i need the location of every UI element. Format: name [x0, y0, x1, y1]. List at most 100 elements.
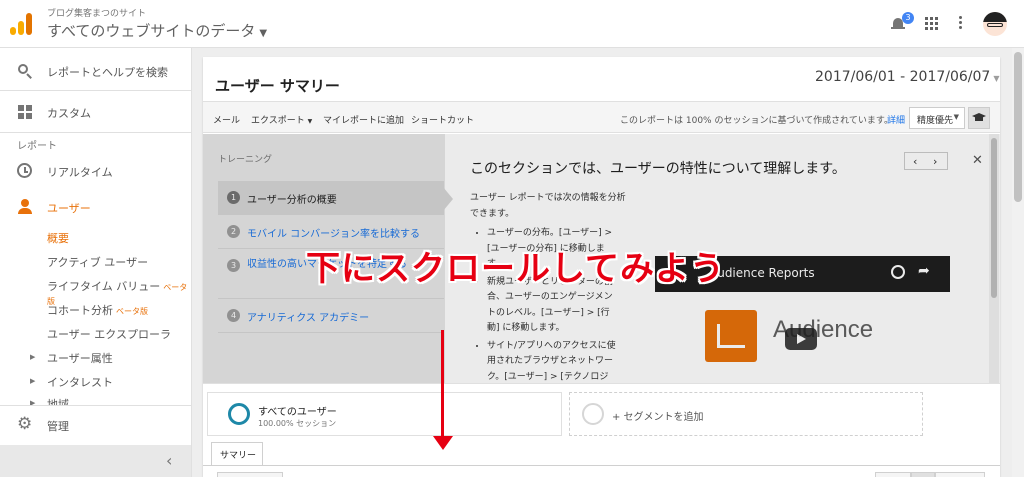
- view-selector[interactable]: すべてのウェブサイトのデータ ▼: [47, 20, 267, 41]
- step-number: 2: [227, 225, 240, 238]
- page-scroll-thumb[interactable]: [1014, 52, 1022, 202]
- detail-link[interactable]: 詳細: [887, 113, 905, 126]
- segment-ring-icon: [228, 403, 250, 425]
- video-thumbnail: Audience: [655, 292, 950, 383]
- sidebar-subitem-geo[interactable]: 地域: [47, 396, 69, 405]
- more-vert-icon[interactable]: [959, 16, 962, 30]
- annotation-arrow: [441, 330, 444, 438]
- step-label: アナリティクス アカデミー: [247, 313, 370, 324]
- chart-toggle[interactable]: [935, 472, 985, 477]
- expand-triangle-icon: ▶: [30, 377, 36, 385]
- caret-down-icon: ▼: [953, 113, 959, 121]
- view-name: すべてのウェブサイトのデータ: [47, 22, 256, 40]
- play-button-icon[interactable]: [785, 328, 817, 350]
- notification-badge: 3: [902, 12, 914, 24]
- divider: [0, 405, 191, 406]
- watch-later-icon[interactable]: [891, 265, 905, 279]
- search-icon: [17, 63, 33, 79]
- training-title: このセクションでは、ユーザーの特性について理解します。: [470, 161, 846, 177]
- training-intro: ユーザー レポートでは次の情報を分析できます。: [470, 193, 626, 219]
- page-title: ユーザー サマリー: [215, 77, 340, 95]
- sidebar-item-realtime[interactable]: リアルタイム: [0, 153, 191, 189]
- dashboard-icon: [17, 104, 33, 120]
- step-number: 4: [227, 309, 240, 322]
- collapse-sidebar-button[interactable]: ‹: [0, 445, 191, 477]
- segment-ring-icon: [582, 403, 604, 425]
- sidebar-item-label: 管理: [47, 420, 69, 433]
- sidebar-subitem-label: ライフタイム バリュー: [47, 280, 161, 293]
- apps-grid-icon[interactable]: [925, 17, 938, 30]
- sidebar-subitem-label: コホート分析: [47, 304, 113, 317]
- sidebar-subitem-cohort[interactable]: コホート分析 ベータ版: [47, 302, 148, 318]
- tab-summary[interactable]: サマリー: [211, 442, 263, 466]
- reports-section-label: レポート: [17, 141, 57, 152]
- precision-select[interactable]: 精度優先 ▼: [909, 107, 965, 129]
- shortcut-button[interactable]: ショートカット: [411, 113, 474, 126]
- analytics-logo-icon: [705, 310, 757, 362]
- step-number: 3: [227, 259, 240, 272]
- metric-select[interactable]: [217, 472, 283, 477]
- chevron-left-icon: ‹: [166, 451, 173, 470]
- sidebar-subitem-overview[interactable]: 概要: [47, 230, 69, 246]
- search-label: レポートとヘルプを検索: [47, 66, 168, 79]
- caret-down-icon: ▼: [307, 118, 313, 125]
- sidebar: レポートとヘルプを検索 カスタム レポート リアルタイム ユーザー 概要 アクテ…: [0, 48, 192, 477]
- graduation-cap-icon[interactable]: [968, 107, 990, 129]
- caret-down-icon: ▼: [993, 74, 1000, 83]
- gear-icon: ⚙: [17, 414, 33, 434]
- caret-down-icon: ▼: [259, 28, 268, 39]
- sampling-note: このレポートは 100% のセッションに基づいて作成されています。: [620, 116, 894, 126]
- divider: [0, 132, 191, 133]
- training-step-1[interactable]: 1 ユーザー分析の概要: [218, 181, 444, 215]
- add-segment-button[interactable]: + セグメントを追加: [569, 392, 923, 436]
- segment-all-users[interactable]: すべてのユーザー 100.00% セッション: [207, 392, 562, 436]
- divider: [203, 465, 1000, 466]
- step-number: 1: [227, 191, 240, 204]
- sidebar-item-custom[interactable]: カスタム: [0, 94, 191, 130]
- sidebar-subitem-active-users[interactable]: アクティブ ユーザー: [47, 254, 148, 270]
- date-range-picker[interactable]: 2017/06/01 - 2017/06/07 ▼: [815, 69, 1000, 85]
- sidebar-subitem-user-explorer[interactable]: ユーザー エクスプローラ: [47, 326, 171, 342]
- report-toolbar: メール エクスポート ▼ マイレポートに追加 ショートカット このレポートは 1…: [203, 101, 1000, 133]
- analytics-logo-icon[interactable]: [10, 13, 32, 35]
- chart-toggle-active[interactable]: [911, 472, 935, 477]
- top-header: ブログ集客まつのサイト すべてのウェブサイトのデータ ▼ 3: [0, 0, 1024, 48]
- prev-arrow-icon[interactable]: ‹: [913, 155, 917, 168]
- next-arrow-icon[interactable]: ›: [933, 155, 937, 168]
- date-range-text: 2017/06/01 - 2017/06/07: [815, 69, 991, 85]
- chart-toggle[interactable]: [875, 472, 911, 477]
- step-label: ユーザー分析の概要: [247, 195, 337, 206]
- training-nav: ‹ ›: [904, 152, 948, 170]
- training-heading: トレーニング: [218, 155, 273, 165]
- sidebar-subitem-interests[interactable]: インタレスト: [47, 374, 113, 390]
- training-step-4[interactable]: 4 アナリティクス アカデミー: [218, 299, 444, 333]
- sidebar-item-users[interactable]: ユーザー: [0, 189, 191, 225]
- arrow-down-icon: [433, 436, 453, 450]
- export-button[interactable]: エクスポート ▼: [251, 113, 312, 126]
- sidebar-item-label: カスタム: [47, 107, 91, 120]
- export-label: エクスポート: [251, 116, 305, 126]
- share-icon[interactable]: ➦: [918, 263, 930, 279]
- clipped-row: ▶ 地域: [0, 396, 191, 405]
- precision-label: 精度優先: [917, 116, 954, 126]
- sidebar-item-admin[interactable]: ⚙ 管理: [0, 407, 191, 443]
- clock-icon: [17, 163, 32, 178]
- annotation-text: 下にスクロールしてみよう: [306, 249, 725, 289]
- sidebar-item-label: ユーザー: [47, 202, 91, 215]
- add-to-dashboard-button[interactable]: マイレポートに追加: [323, 113, 404, 126]
- panel-scroll-thumb[interactable]: [991, 138, 997, 298]
- mail-button[interactable]: メール: [213, 113, 240, 126]
- person-icon: [17, 199, 33, 215]
- segment-name: すべてのユーザー: [258, 407, 337, 418]
- account-name: ブログ集客まつのサイト: [47, 9, 147, 19]
- sidebar-item-label: リアルタイム: [47, 166, 113, 179]
- add-segment-label: + セグメントを追加: [612, 412, 704, 423]
- step-label: モバイル コンバージョン率を比較する: [247, 229, 420, 240]
- sidebar-search[interactable]: レポートとヘルプを検索: [0, 52, 191, 88]
- expand-triangle-icon: ▶: [30, 353, 36, 361]
- close-icon[interactable]: ✕: [972, 153, 983, 168]
- sidebar-subitem-demographics[interactable]: ユーザー属性: [47, 350, 113, 366]
- avatar[interactable]: [983, 12, 1007, 36]
- segment-sessions: 100.00% セッション: [258, 419, 337, 428]
- divider: [0, 90, 191, 91]
